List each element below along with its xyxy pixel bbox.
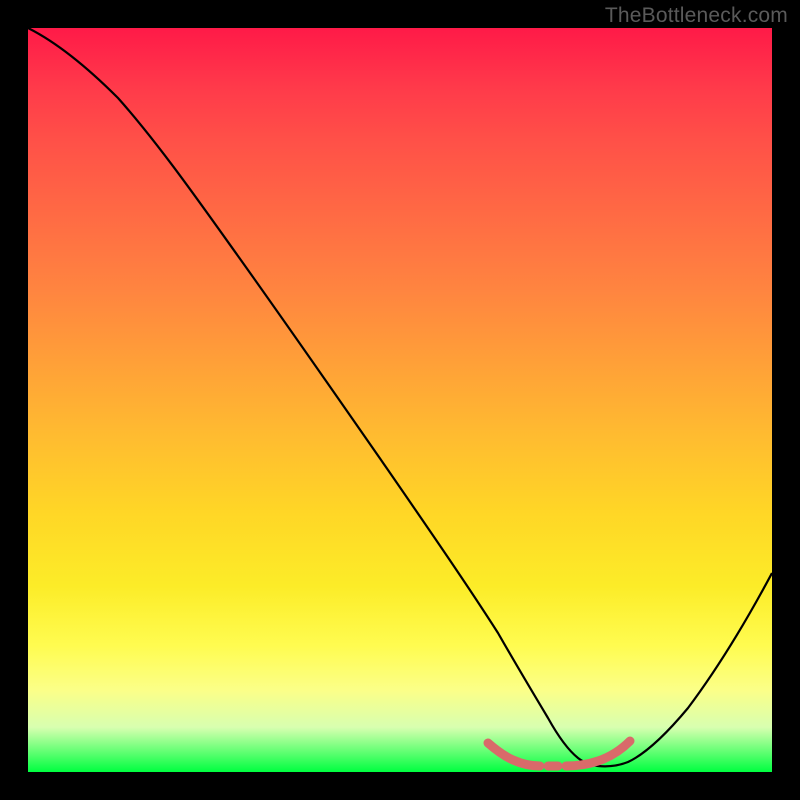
bottleneck-curve-line <box>28 28 772 766</box>
plot-area <box>28 28 772 772</box>
optimal-range-marker <box>488 741 630 766</box>
chart-svg <box>28 28 772 772</box>
watermark-text: TheBottleneck.com <box>605 4 788 28</box>
